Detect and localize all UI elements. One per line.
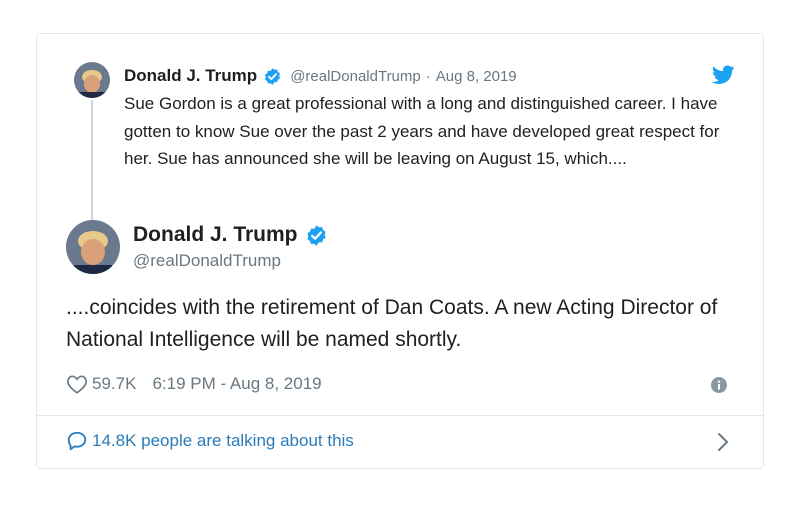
thread-tweet-header: Donald J. Trump @realDonaldTrump · Aug 8… (124, 64, 517, 88)
thread-author-name[interactable]: Donald J. Trump (124, 66, 257, 86)
thread-tweet-text: Sue Gordon is a great professional with … (124, 94, 720, 168)
header-separator: · (425, 67, 431, 85)
speech-bubble-icon (67, 431, 87, 451)
tweet-meta-row: 59.7K 6:19 PM - Aug 8, 2019 (66, 374, 322, 394)
thread-connector-line (91, 100, 93, 220)
conversation-label: 14.8K people are talking about this (92, 431, 354, 450)
conversation-link[interactable]: 14.8K people are talking about this (66, 430, 354, 452)
thread-avatar[interactable] (74, 62, 110, 98)
info-icon[interactable] (711, 377, 727, 393)
thread-tweet-date[interactable]: Aug 8, 2019 (436, 68, 517, 85)
main-author-handle[interactable]: @realDonaldTrump (133, 251, 281, 271)
heart-icon[interactable] (66, 374, 88, 394)
twitter-bird-icon[interactable] (712, 65, 735, 85)
main-author-name[interactable]: Donald J. Trump (133, 223, 298, 247)
main-tweet-text: ....coincides with the retirement of Dan… (66, 296, 718, 351)
verified-badge-icon (306, 224, 326, 246)
footer-divider (37, 415, 763, 416)
verified-badge-icon (265, 67, 281, 85)
thread-author-handle[interactable]: @realDonaldTrump (290, 68, 421, 85)
main-author-row: Donald J. Trump (133, 223, 328, 247)
like-count[interactable]: 59.7K (92, 374, 136, 394)
chevron-right-icon[interactable] (717, 432, 729, 452)
embedded-tweet-card: Donald J. Trump @realDonaldTrump · Aug 8… (36, 33, 764, 469)
main-avatar[interactable] (66, 220, 120, 274)
tweet-timestamp[interactable]: 6:19 PM - Aug 8, 2019 (152, 374, 321, 394)
